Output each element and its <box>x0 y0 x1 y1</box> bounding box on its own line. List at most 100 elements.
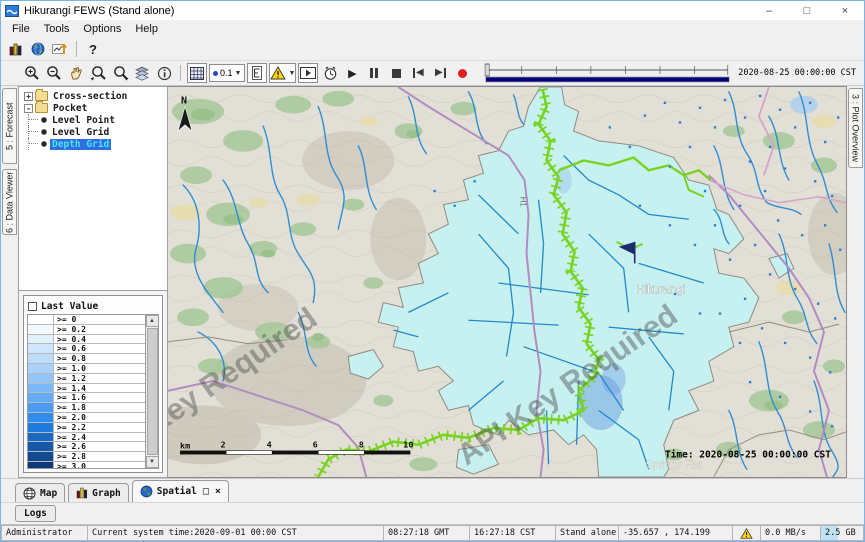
map-view[interactable]: API Key Required API Key Required H1 Hik… <box>168 86 847 478</box>
close-button[interactable]: × <box>826 1 864 20</box>
svg-text:2: 2 <box>221 440 226 450</box>
legend-swatch <box>28 344 54 353</box>
menu-help[interactable]: Help <box>128 22 165 36</box>
menu-tools[interactable]: Tools <box>37 22 77 36</box>
zoom-in-icon[interactable] <box>22 63 42 83</box>
zoom-previous-icon[interactable] <box>88 63 108 83</box>
chevron-down-icon: ▼ <box>288 70 295 77</box>
legend-scrollbar[interactable]: ▲ ▼ <box>145 315 158 468</box>
map-canvas[interactable]: API Key Required API Key Required H1 Hik… <box>168 87 846 477</box>
expand-icon[interactable]: + <box>24 92 33 101</box>
layers-icon[interactable] <box>132 63 152 83</box>
legend-swatch <box>28 452 54 461</box>
status-coordinates: -35.657 , 174.199 <box>618 525 732 541</box>
bar-chart-icon <box>76 487 88 499</box>
window-title: Hikurangi FEWS (Stand alone) <box>24 5 174 17</box>
tab-maximize-icon[interactable]: □ <box>203 486 209 497</box>
menu-options[interactable]: Options <box>76 22 128 36</box>
last-value-checkbox[interactable] <box>28 302 37 311</box>
svg-text:10: 10 <box>403 440 413 450</box>
node-dot-icon <box>41 141 47 147</box>
title-bar: Hikurangi FEWS (Stand alone) – □ × <box>1 1 864 20</box>
class-breaks-value: 0.1 <box>220 68 233 78</box>
record-icon[interactable] <box>452 63 472 83</box>
legend-swatch <box>28 374 54 383</box>
tab-spatial[interactable]: Spatial □ × <box>132 480 229 502</box>
legend-swatch <box>28 315 54 324</box>
menu-file[interactable]: File <box>5 22 37 36</box>
tree-item-label[interactable]: Pocket <box>51 103 89 114</box>
town-label: Hikurangi <box>636 284 685 296</box>
info-icon[interactable] <box>154 63 174 83</box>
legend-row: >= 0.6 <box>28 344 145 354</box>
step-forward-icon[interactable]: ▶ <box>430 63 450 83</box>
tree-item-depth-grid[interactable]: Depth Grid <box>22 138 167 150</box>
legend-row: >= 1.2 <box>28 374 145 384</box>
tree-item-level-point[interactable]: Level Point <box>22 114 167 126</box>
tree-item-pocket[interactable]: - Pocket <box>22 102 167 114</box>
legend-icon[interactable] <box>247 63 267 83</box>
help-icon[interactable]: ? <box>83 39 103 59</box>
svg-text:4: 4 <box>267 440 272 450</box>
class-breaks-dropdown[interactable]: 0.1 ▼ <box>209 64 245 82</box>
legend-panel: Last Value >= 0>= 0.2>= 0.4>= 0.6>= 0.8>… <box>19 291 167 477</box>
status-warning-icon[interactable] <box>732 525 760 541</box>
legend-class-label: >= 2.4 <box>54 433 145 442</box>
tab-map[interactable]: Map <box>15 483 65 502</box>
status-mode: Stand alone <box>555 525 618 541</box>
zoom-out-icon[interactable] <box>44 63 64 83</box>
step-back-icon[interactable]: ◀ <box>408 63 428 83</box>
tree-item-label[interactable]: Depth Grid <box>50 139 111 150</box>
pause-icon[interactable] <box>364 63 384 83</box>
svg-text:km: km <box>180 441 190 451</box>
tab-data-viewer[interactable]: 6 : Data Viewer <box>2 169 17 235</box>
legend-row: >= 2.6 <box>28 442 145 452</box>
svg-text:8: 8 <box>359 440 364 450</box>
collapse-icon[interactable]: - <box>24 104 33 113</box>
legend-class-label: >= 1.2 <box>54 374 145 383</box>
legend-class-label: >= 2.2 <box>54 423 145 432</box>
database-icon[interactable] <box>6 39 26 59</box>
status-download-speed: 0.0 MB/s <box>760 525 820 541</box>
legend-class-label: >= 1.6 <box>54 393 145 402</box>
logs-button[interactable]: Logs <box>15 505 56 522</box>
time-slider[interactable] <box>483 62 732 84</box>
tree-item-level-grid[interactable]: Level Grid <box>22 126 167 138</box>
tree-item-cross-section[interactable]: + Cross-section <box>22 90 167 102</box>
play-icon[interactable]: ▶ <box>342 63 362 83</box>
class-dot-icon <box>213 71 218 76</box>
legend-row: >= 0.8 <box>28 354 145 364</box>
current-time-label: 2020-08-25 00:00:00 CST <box>738 68 856 78</box>
legend-row: >= 2.0 <box>28 413 145 423</box>
legend-class-label: >= 0.2 <box>54 325 145 334</box>
warning-icon[interactable]: ▼ <box>269 63 296 83</box>
pan-icon[interactable] <box>66 63 86 83</box>
grid-icon[interactable] <box>187 63 207 83</box>
tree-item-label[interactable]: Level Point <box>50 115 117 126</box>
tab-plot-overview[interactable]: 3 : Plot Overview <box>848 88 863 168</box>
tab-forecast[interactable]: 5 : Forecast <box>2 88 17 164</box>
timeseries-icon[interactable] <box>50 39 70 59</box>
tree-item-label[interactable]: Cross-section <box>51 91 129 102</box>
left-tab-strip: 5 : Forecast 6 : Data Viewer <box>1 86 18 478</box>
scrollbar-thumb[interactable] <box>147 328 158 455</box>
minimize-button[interactable]: – <box>750 1 788 20</box>
map-globe-icon[interactable] <box>28 39 48 59</box>
status-user: Administrator <box>1 525 87 541</box>
scroll-up-icon[interactable]: ▲ <box>146 315 159 327</box>
timer-icon[interactable] <box>320 63 340 83</box>
tab-graph[interactable]: Graph <box>68 483 129 502</box>
zoom-next-icon[interactable] <box>110 63 130 83</box>
maximize-button[interactable]: □ <box>788 1 826 20</box>
tree-item-label[interactable]: Level Grid <box>50 127 111 138</box>
node-dot-icon <box>41 129 47 135</box>
legend-row: >= 0.4 <box>28 335 145 345</box>
tab-close-icon[interactable]: × <box>215 486 221 497</box>
node-dot-icon <box>41 117 47 123</box>
svg-text:6: 6 <box>313 440 318 450</box>
legend-swatch <box>28 462 54 468</box>
scroll-down-icon[interactable]: ▼ <box>146 456 159 468</box>
stop-icon[interactable] <box>386 63 406 83</box>
movie-icon[interactable] <box>298 63 318 83</box>
status-system-time: Current system time:2020-09-01 00:00 CST <box>87 525 383 541</box>
